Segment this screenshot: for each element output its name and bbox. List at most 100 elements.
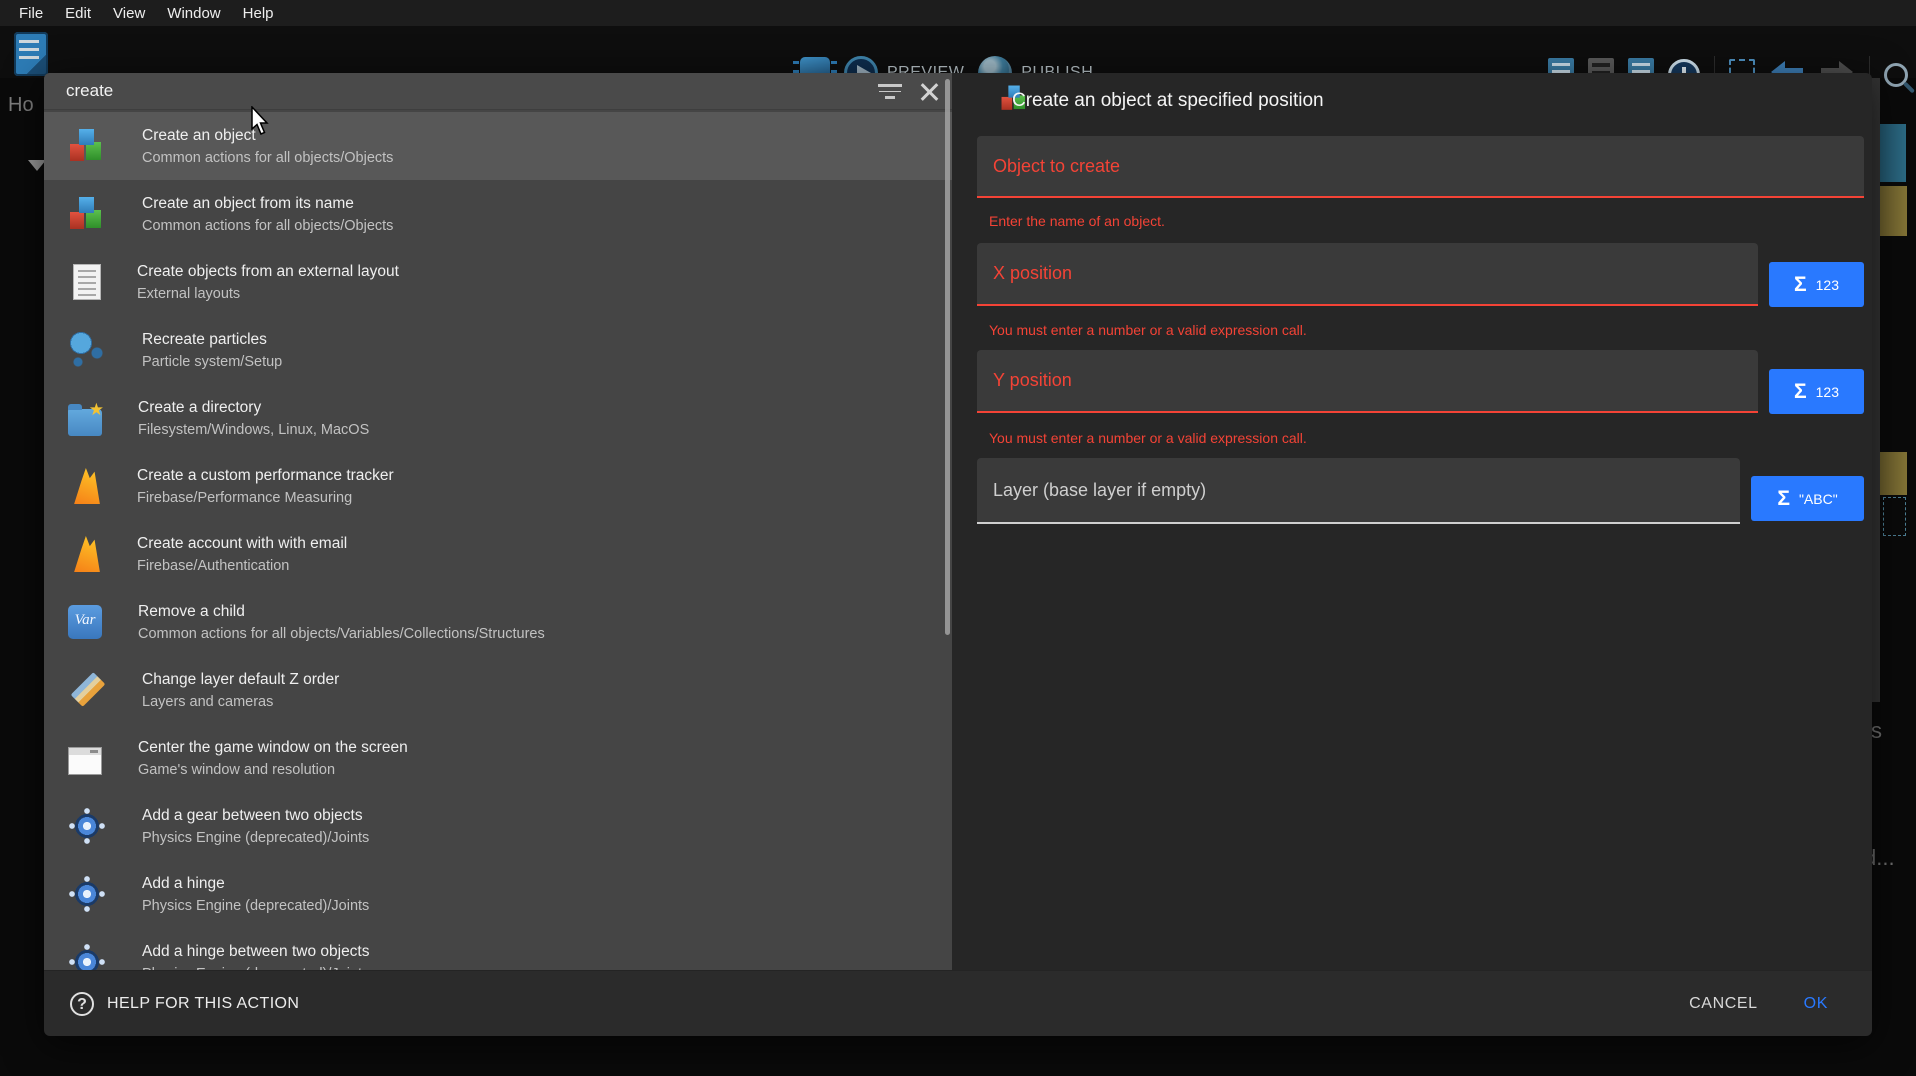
result-row[interactable]: Create an object Common actions for all … (44, 112, 952, 180)
result-row[interactable]: Add a hinge Physics Engine (deprecated)/… (44, 860, 952, 928)
expression-type-chip: 123 (1816, 277, 1839, 293)
action-title: Create objects from an external layout (137, 263, 399, 281)
background-dashed-box (1883, 497, 1906, 536)
action-subtitle: Firebase/Performance Measuring (137, 490, 394, 506)
choose-action-dialog: create Create an object Common actions f… (44, 73, 1872, 1036)
field-label: Layer (base layer if empty) (993, 480, 1206, 501)
result-row[interactable]: Remove a child Common actions for all ob… (44, 588, 952, 656)
search-bar: create (44, 73, 952, 110)
y-expression-button[interactable]: Σ 123 (1769, 369, 1864, 414)
action-subtitle: Layers and cameras (142, 694, 339, 710)
result-row[interactable]: Create a custom performance tracker Fire… (44, 452, 952, 520)
action-subtitle: Common actions for all objects/Objects (142, 150, 393, 166)
object-field-error: Enter the name of an object. (989, 213, 1165, 229)
action-subtitle: Filesystem/Windows, Linux, MacOS (138, 422, 369, 438)
menu-edit[interactable]: Edit (54, 2, 102, 25)
sigma-icon: Σ (1794, 273, 1807, 297)
cancel-button[interactable]: CANCEL (1689, 995, 1758, 1013)
action-title: Add a gear between two objects (142, 807, 369, 825)
expression-type-chip: 123 (1816, 384, 1839, 400)
list-scrollbar[interactable] (945, 79, 950, 635)
action-title: Create a custom performance tracker (137, 467, 394, 485)
action-icon (68, 807, 106, 845)
background-thumbnail-blue (1880, 124, 1906, 182)
field-label: X position (993, 263, 1072, 284)
dialog-footer: ? HELP FOR THIS ACTION CANCEL OK (44, 970, 1872, 1036)
action-icon (68, 409, 102, 436)
action-title: Change layer default Z order (142, 671, 339, 689)
detail-title: Create an object at specified position (1012, 90, 1324, 112)
y-position-field[interactable]: Y position (977, 350, 1758, 413)
expression-type-chip: "ABC" (1799, 491, 1838, 507)
search-icon[interactable] (1884, 63, 1908, 87)
y-field-error: You must enter a number or a valid expre… (989, 430, 1307, 446)
action-subtitle: Game's window and resolution (138, 762, 408, 778)
toolbar: PREVIEW PUBLISH (0, 26, 1916, 78)
project-manager-icon[interactable] (14, 32, 48, 76)
action-icon (68, 875, 106, 913)
action-title: Add a hinge (142, 875, 369, 893)
action-subtitle: Physics Engine (deprecated)/Joints (142, 898, 369, 914)
menu-bar: File Edit View Window Help (0, 0, 1916, 26)
action-icon (68, 747, 102, 775)
result-row[interactable]: Create objects from an external layout E… (44, 248, 952, 316)
action-icon (73, 536, 101, 572)
sigma-icon: Σ (1794, 380, 1807, 404)
result-row[interactable]: Create a directory Filesystem/Windows, L… (44, 384, 952, 452)
action-icon (68, 671, 106, 709)
result-row[interactable]: Add a gear between two objects Physics E… (44, 792, 952, 860)
result-row[interactable]: Recreate particles Particle system/Setup (44, 316, 952, 384)
x-position-field[interactable]: X position (977, 243, 1758, 306)
action-title: Add a hinge between two objects (142, 943, 370, 961)
background-thumbnail-olive (1880, 186, 1907, 236)
ok-button[interactable]: OK (1804, 995, 1828, 1013)
result-row[interactable]: Change layer default Z order Layers and … (44, 656, 952, 724)
action-title: Create an object from its name (142, 195, 393, 213)
action-icon (68, 127, 106, 165)
action-subtitle: Physics Engine (deprecated)/Joints (142, 830, 369, 846)
action-icon (73, 264, 101, 300)
action-icon (68, 943, 106, 970)
clipped-text-fragment: s (1871, 718, 1882, 744)
action-title: Center the game window on the screen (138, 739, 408, 757)
close-icon[interactable] (920, 82, 938, 100)
help-icon: ? (70, 992, 94, 1016)
action-title: Recreate particles (142, 331, 282, 349)
background-thumbnail-olive (1880, 452, 1907, 495)
results-list: Create an object Common actions for all … (44, 110, 952, 970)
action-subtitle: Common actions for all objects/Variables… (138, 626, 545, 642)
menu-help[interactable]: Help (232, 2, 285, 25)
filter-icon[interactable] (878, 83, 902, 99)
action-title: Create a directory (138, 399, 369, 417)
menu-window[interactable]: Window (156, 2, 231, 25)
field-label: Y position (993, 370, 1072, 391)
action-icon (68, 195, 106, 233)
action-search-panel: create Create an object Common actions f… (44, 73, 952, 970)
result-row[interactable]: Add a hinge between two objects Physics … (44, 928, 952, 970)
action-subtitle: Physics Engine (deprecated)/Joints (142, 966, 370, 971)
help-label: HELP FOR THIS ACTION (107, 995, 299, 1013)
layer-field[interactable]: Layer (base layer if empty) (977, 458, 1740, 524)
home-tab-fragment: Ho (8, 94, 34, 117)
action-subtitle: Common actions for all objects/Objects (142, 218, 393, 234)
help-for-this-action-button[interactable]: ? HELP FOR THIS ACTION (70, 992, 299, 1016)
x-expression-button[interactable]: Σ 123 (1769, 262, 1864, 307)
action-subtitle: Particle system/Setup (142, 354, 282, 370)
result-row[interactable]: Create account with with email Firebase/… (44, 520, 952, 588)
action-title: Remove a child (138, 603, 545, 621)
action-icon (73, 468, 101, 504)
search-input[interactable]: create (66, 81, 878, 101)
menu-view[interactable]: View (102, 2, 156, 25)
result-row[interactable]: Center the game window on the screen Gam… (44, 724, 952, 792)
field-label: Object to create (993, 156, 1120, 177)
x-field-error: You must enter a number or a valid expre… (989, 322, 1307, 338)
menu-file[interactable]: File (8, 2, 54, 25)
action-title: Create account with with email (137, 535, 347, 553)
action-detail-panel: Create an object at specified position O… (952, 73, 1872, 970)
action-icon (68, 605, 102, 639)
result-row[interactable]: Create an object from its name Common ac… (44, 180, 952, 248)
object-to-create-field[interactable]: Object to create (977, 136, 1864, 198)
layer-expression-button[interactable]: Σ "ABC" (1751, 476, 1864, 521)
action-icon (68, 331, 106, 369)
action-title: Create an object (142, 127, 393, 145)
